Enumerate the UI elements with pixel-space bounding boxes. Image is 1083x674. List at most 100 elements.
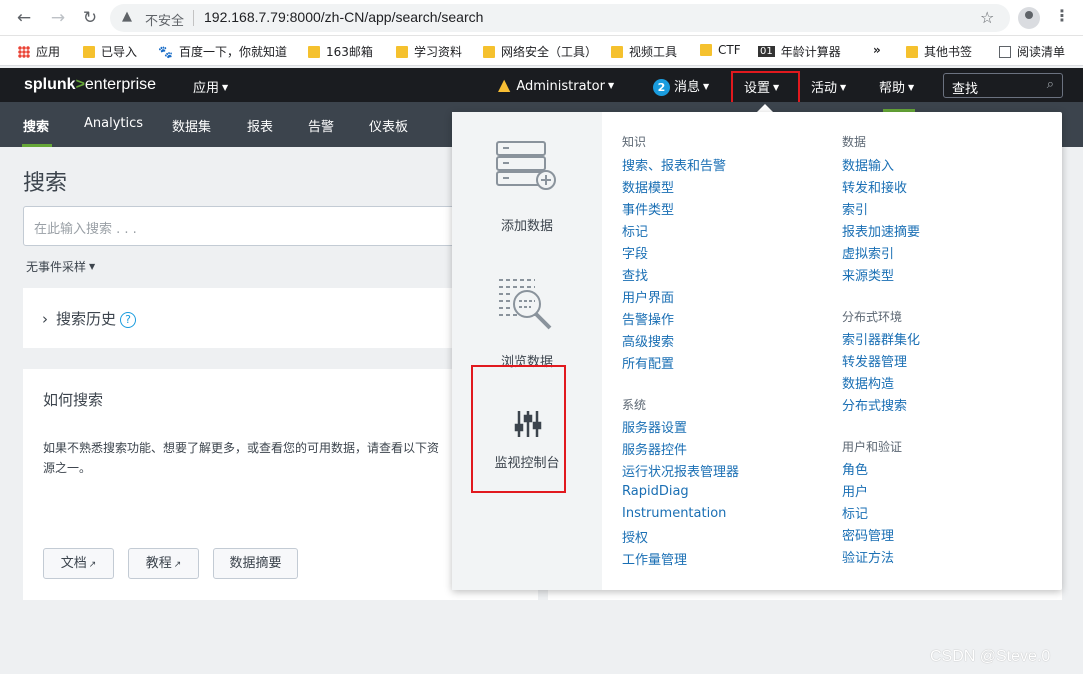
knowledge-heading: 知识 <box>622 135 647 149</box>
bookmark-label: 其他书签 <box>924 45 973 59</box>
link-server-controls[interactable]: 服务器控件 <box>622 439 687 458</box>
reading-list-icon <box>999 45 1011 58</box>
caret-down-icon: ▼ <box>840 83 847 92</box>
ol-badge-icon: 01 <box>758 46 775 57</box>
help-circle-icon[interactable]: ? <box>120 312 137 328</box>
link-distributed-search[interactable]: 分布式搜索 <box>842 395 907 414</box>
bookmark-imported[interactable]: 已导入 <box>83 43 137 60</box>
link-indexes[interactable]: 索引 <box>842 199 868 218</box>
warning-icon[interactable]: ▲ <box>122 9 132 24</box>
search-history-toggle[interactable]: › 搜索历史? <box>42 308 137 329</box>
forward-icon[interactable]: → <box>48 8 68 28</box>
divider <box>193 10 194 26</box>
nav-datasets[interactable]: 数据集 <box>172 116 211 135</box>
link-virtual-indexes[interactable]: 虚拟索引 <box>842 243 894 262</box>
explore-data-icon[interactable] <box>495 274 557 334</box>
messages-menu[interactable]: 2 消息 ▼ <box>653 76 709 96</box>
logo-splunk-text: splunk <box>24 76 76 93</box>
link-tags[interactable]: 标记 <box>622 221 648 240</box>
caret-down-icon: ▼ <box>908 83 915 92</box>
user-menu[interactable]: ▲ Administrator ▼ <box>498 75 614 94</box>
link-data-inputs[interactable]: 数据输入 <box>842 155 894 174</box>
link-tokens[interactable]: 标记 <box>842 503 868 522</box>
link-health-report-manager[interactable]: 运行状况报表管理器 <box>622 461 739 480</box>
url-text[interactable]: 192.168.7.79:8000/zh-CN/app/search/searc… <box>204 9 483 25</box>
find-input[interactable]: 查找 ⌕ <box>943 73 1063 98</box>
link-forwarding-receiving[interactable]: 转发和接收 <box>842 177 907 196</box>
back-icon[interactable]: ← <box>14 8 34 28</box>
warning-triangle-icon: ▲ <box>498 75 511 94</box>
distributed-heading: 分布式环境 <box>842 310 903 324</box>
link-user-interface[interactable]: 用户界面 <box>622 287 674 306</box>
docs-label: 文档 <box>60 556 87 571</box>
link-authentication-methods[interactable]: 验证方法 <box>842 547 894 566</box>
link-server-settings[interactable]: 服务器设置 <box>622 417 687 436</box>
link-password-management[interactable]: 密码管理 <box>842 525 894 544</box>
page-title: 搜索 <box>23 171 68 196</box>
messages-count-badge: 2 <box>653 79 670 96</box>
link-alert-actions[interactable]: 告警操作 <box>622 309 674 328</box>
caret-down-icon: ▼ <box>607 81 615 90</box>
bookmark-label: 已导入 <box>101 45 138 59</box>
nav-alerts[interactable]: 告警 <box>308 116 334 135</box>
bookmark-other[interactable]: 其他书签 <box>906 43 972 60</box>
add-data-icon[interactable] <box>495 140 559 192</box>
nav-search[interactable]: 搜索 <box>23 116 49 135</box>
bookmark-apps[interactable]: 应用 <box>18 43 60 60</box>
link-instrumentation[interactable]: Instrumentation <box>622 506 726 521</box>
bookmark-163[interactable]: 163邮箱 <box>308 43 373 60</box>
add-data-label[interactable]: 添加数据 <box>452 215 602 234</box>
bookmark-video[interactable]: 视频工具 <box>611 43 677 60</box>
reload-icon[interactable]: ↻ <box>80 8 100 28</box>
folder-icon <box>396 45 408 58</box>
security-label[interactable]: 不安全 <box>145 10 184 29</box>
bookmark-ctf[interactable]: CTF <box>700 43 741 57</box>
bookmark-netsec[interactable]: 网络安全（工具） <box>483 43 597 60</box>
link-fields[interactable]: 字段 <box>622 243 648 262</box>
link-searches-reports-alerts[interactable]: 搜索、报表和告警 <box>622 155 726 174</box>
logo-chevron: > <box>75 76 85 93</box>
splunk-logo[interactable]: splunk>enterprise <box>24 76 156 94</box>
tutorial-label: 教程 <box>145 556 172 571</box>
link-licensing[interactable]: 授权 <box>622 527 648 546</box>
bookmark-baidu[interactable]: 🐾 百度一下，你就知道 <box>158 43 287 60</box>
address-bar[interactable]: ▲ 不安全 192.168.7.79:8000/zh-CN/app/search… <box>110 4 1010 32</box>
link-forwarder-management[interactable]: 转发器管理 <box>842 351 907 370</box>
link-lookups[interactable]: 查找 <box>622 265 648 284</box>
nav-reports[interactable]: 报表 <box>247 116 273 135</box>
find-placeholder: 查找 <box>952 82 979 97</box>
bookmark-age[interactable]: 01 年龄计算器 <box>758 43 841 60</box>
link-roles[interactable]: 角色 <box>842 459 868 478</box>
bookmark-readlist[interactable]: 阅读清单 <box>999 43 1065 60</box>
nav-dashboards[interactable]: 仪表板 <box>369 116 408 135</box>
help-menu[interactable]: 帮助 ▼ <box>879 77 914 96</box>
search-icon[interactable]: ⌕ <box>1047 77 1054 92</box>
profile-avatar[interactable] <box>1018 7 1040 29</box>
link-indexer-clustering[interactable]: 索引器群集化 <box>842 329 920 348</box>
browser-menu-icon[interactable]: ⋮ <box>1054 6 1070 25</box>
apps-menu-label: 应用 <box>193 81 220 96</box>
apps-menu[interactable]: 应用 ▼ <box>193 77 228 96</box>
link-users[interactable]: 用户 <box>842 481 868 500</box>
data-summary-button[interactable]: 数据摘要 <box>213 548 298 579</box>
link-all-configurations[interactable]: 所有配置 <box>622 353 674 372</box>
sampling-dropdown[interactable]: 无事件采样 ▼ <box>26 258 95 275</box>
bookmark-study[interactable]: 学习资料 <box>396 43 462 60</box>
docs-button[interactable]: 文档 ↗ <box>43 548 114 579</box>
link-data-models[interactable]: 数据模型 <box>622 177 674 196</box>
nav-analytics[interactable]: Analytics <box>84 116 143 131</box>
link-rapiddiag[interactable]: RapidDiag <box>622 484 689 499</box>
settings-highlight-box <box>731 71 800 104</box>
link-data-fabric[interactable]: 数据构造 <box>842 373 894 392</box>
link-report-acceleration[interactable]: 报表加速摘要 <box>842 221 920 240</box>
link-workload-management[interactable]: 工作量管理 <box>622 549 687 568</box>
link-source-types[interactable]: 来源类型 <box>842 265 894 284</box>
link-advanced-search[interactable]: 高级搜索 <box>622 331 674 350</box>
history-title: 搜索历史 <box>56 310 117 328</box>
activity-menu[interactable]: 活动 ▼ <box>811 77 846 96</box>
bookmark-star-icon[interactable]: ☆ <box>980 8 994 27</box>
messages-label: 消息 <box>674 80 701 95</box>
link-event-types[interactable]: 事件类型 <box>622 199 674 218</box>
tutorial-button[interactable]: 教程 ↗ <box>128 548 199 579</box>
bookmark-overflow-button[interactable]: » <box>873 43 881 57</box>
